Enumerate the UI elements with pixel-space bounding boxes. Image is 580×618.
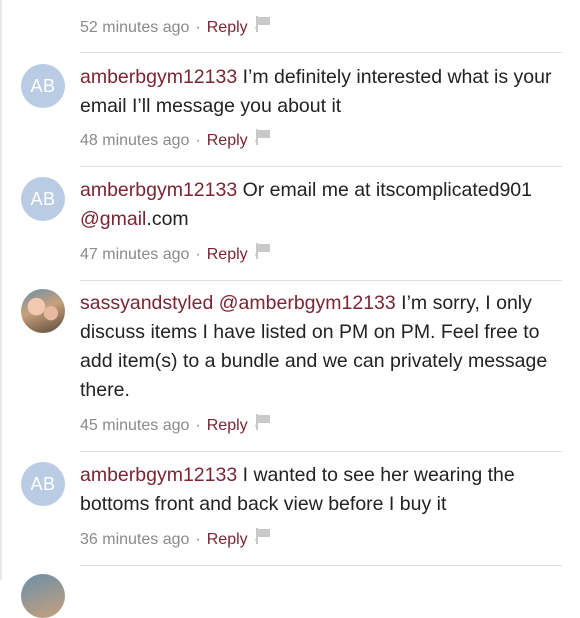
flag-icon[interactable] xyxy=(256,129,272,145)
reply-link[interactable]: Reply xyxy=(207,246,248,263)
username-link[interactable]: amberbgym12133 xyxy=(80,464,237,486)
comment-body: amberbgym12133 I’m definitely interested… xyxy=(80,63,560,121)
avatar[interactable]: AB xyxy=(21,462,65,506)
timestamp: 47 minutes ago xyxy=(80,246,190,263)
left-edge xyxy=(0,0,2,580)
comment-meta: 47 minutes ago·Reply· xyxy=(80,246,259,263)
timestamp: 52 minutes ago xyxy=(80,19,190,36)
flag-icon[interactable] xyxy=(256,528,272,544)
divider xyxy=(80,52,562,53)
comment-meta: 52 minutes ago·Reply· xyxy=(80,19,259,36)
comment-body: amberbgym12133 I wanted to see her weari… xyxy=(80,461,560,519)
reply-link[interactable]: Reply xyxy=(207,132,248,149)
comment-meta: 48 minutes ago·Reply· xyxy=(80,132,259,149)
reply-link[interactable]: Reply xyxy=(207,19,248,36)
avatar[interactable] xyxy=(21,574,65,618)
username-link[interactable]: amberbgym12133 xyxy=(80,179,237,201)
timestamp: 36 minutes ago xyxy=(80,531,190,548)
divider xyxy=(80,451,562,452)
divider xyxy=(80,280,562,281)
comment-meta: 45 minutes ago·Reply· xyxy=(80,417,259,434)
avatar[interactable]: AB xyxy=(21,64,65,108)
reply-link[interactable]: Reply xyxy=(207,417,248,434)
avatar[interactable] xyxy=(21,289,65,333)
reply-link[interactable]: Reply xyxy=(207,531,248,548)
comment-meta: 36 minutes ago·Reply· xyxy=(80,531,259,548)
truncated-previous-comment xyxy=(80,0,480,2)
mention-link[interactable]: @gmail xyxy=(80,208,146,230)
comment-body: amberbgym12133 Or email me at itscomplic… xyxy=(80,176,560,234)
username-link[interactable]: sassyandstyled xyxy=(80,292,213,314)
comment-body: sassyandstyled @amberbgym12133 I’m sorry… xyxy=(80,289,560,405)
username-link[interactable]: amberbgym12133 xyxy=(80,66,237,88)
divider xyxy=(80,565,562,566)
comment-text: Or email me at itscomplicated901 xyxy=(237,179,532,201)
timestamp: 48 minutes ago xyxy=(80,132,190,149)
flag-icon[interactable] xyxy=(256,243,272,259)
divider xyxy=(80,166,562,167)
avatar[interactable]: AB xyxy=(21,177,65,221)
flag-icon[interactable] xyxy=(256,414,272,430)
comment-text: .com xyxy=(146,208,189,230)
mention-link[interactable]: @amberbgym12133 xyxy=(219,292,396,314)
flag-icon[interactable] xyxy=(256,16,272,32)
timestamp: 45 minutes ago xyxy=(80,417,190,434)
